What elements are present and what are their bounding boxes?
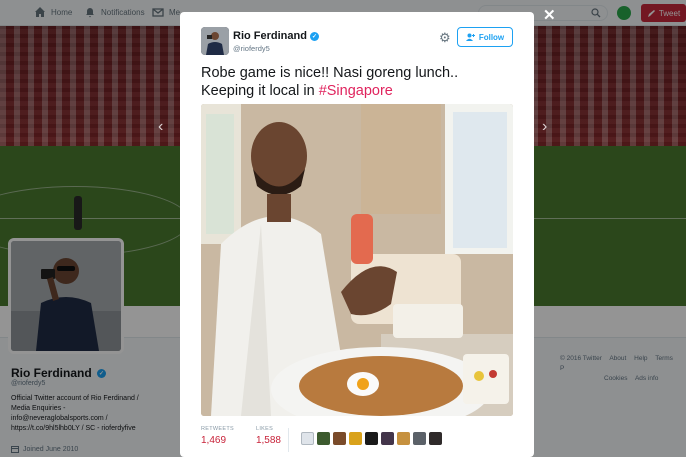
liker-avatar[interactable]: [365, 432, 378, 445]
verified-icon: ✓: [309, 31, 319, 41]
previous-arrow-icon[interactable]: ‹: [158, 118, 163, 136]
tweet-photo[interactable]: [201, 104, 513, 416]
tweet-text-prefix: Keeping it local in: [201, 83, 319, 99]
likers-avatars: [301, 432, 442, 445]
tweet-text-line: Keeping it local in #Singapore: [201, 82, 521, 100]
tweet-stats: RETWEETS 1,469 LIKES 1,588: [201, 426, 281, 446]
tweet-photo-image: [201, 104, 513, 416]
liker-avatar[interactable]: [317, 432, 330, 445]
follow-label: Follow: [478, 32, 505, 42]
retweet-stat[interactable]: RETWEETS 1,469: [201, 426, 234, 446]
author-name-text: Rio Ferdinand: [233, 30, 307, 42]
liker-avatar[interactable]: [397, 432, 410, 445]
gear-icon[interactable]: ⚙: [439, 30, 451, 46]
likes-stat[interactable]: LIKES 1,588: [256, 426, 281, 446]
liker-avatar[interactable]: [349, 432, 362, 445]
hashtag-link[interactable]: #Singapore: [319, 83, 393, 99]
author-name[interactable]: Rio Ferdinand ✓: [233, 30, 319, 42]
author-avatar-image: [201, 27, 229, 55]
liker-avatar[interactable]: [301, 432, 314, 445]
follow-button[interactable]: Follow: [457, 27, 513, 47]
tweet-modal: Rio Ferdinand ✓ @rioferdy5 ⚙ Follow Robe…: [180, 12, 534, 457]
next-arrow-icon[interactable]: ›: [542, 118, 547, 136]
tweet-text: Robe game is nice!! Nasi goreng lunch.. …: [201, 64, 521, 100]
retweets-count: 1,469: [201, 435, 227, 446]
likes-label: LIKES: [255, 426, 274, 432]
liker-avatar[interactable]: [413, 432, 426, 445]
liker-avatar[interactable]: [381, 432, 394, 445]
liker-avatar[interactable]: [333, 432, 346, 445]
add-user-icon: [465, 33, 475, 41]
likes-count: 1,588: [255, 435, 281, 446]
close-icon[interactable]: ✕: [543, 6, 556, 24]
retweets-label: RETWEETS: [201, 426, 234, 432]
stats-divider: [288, 428, 289, 452]
author-handle[interactable]: @rioferdy5: [233, 44, 270, 53]
tweet-text-line: Robe game is nice!! Nasi goreng lunch..: [201, 65, 459, 81]
author-avatar[interactable]: [201, 27, 229, 55]
liker-avatar[interactable]: [429, 432, 442, 445]
